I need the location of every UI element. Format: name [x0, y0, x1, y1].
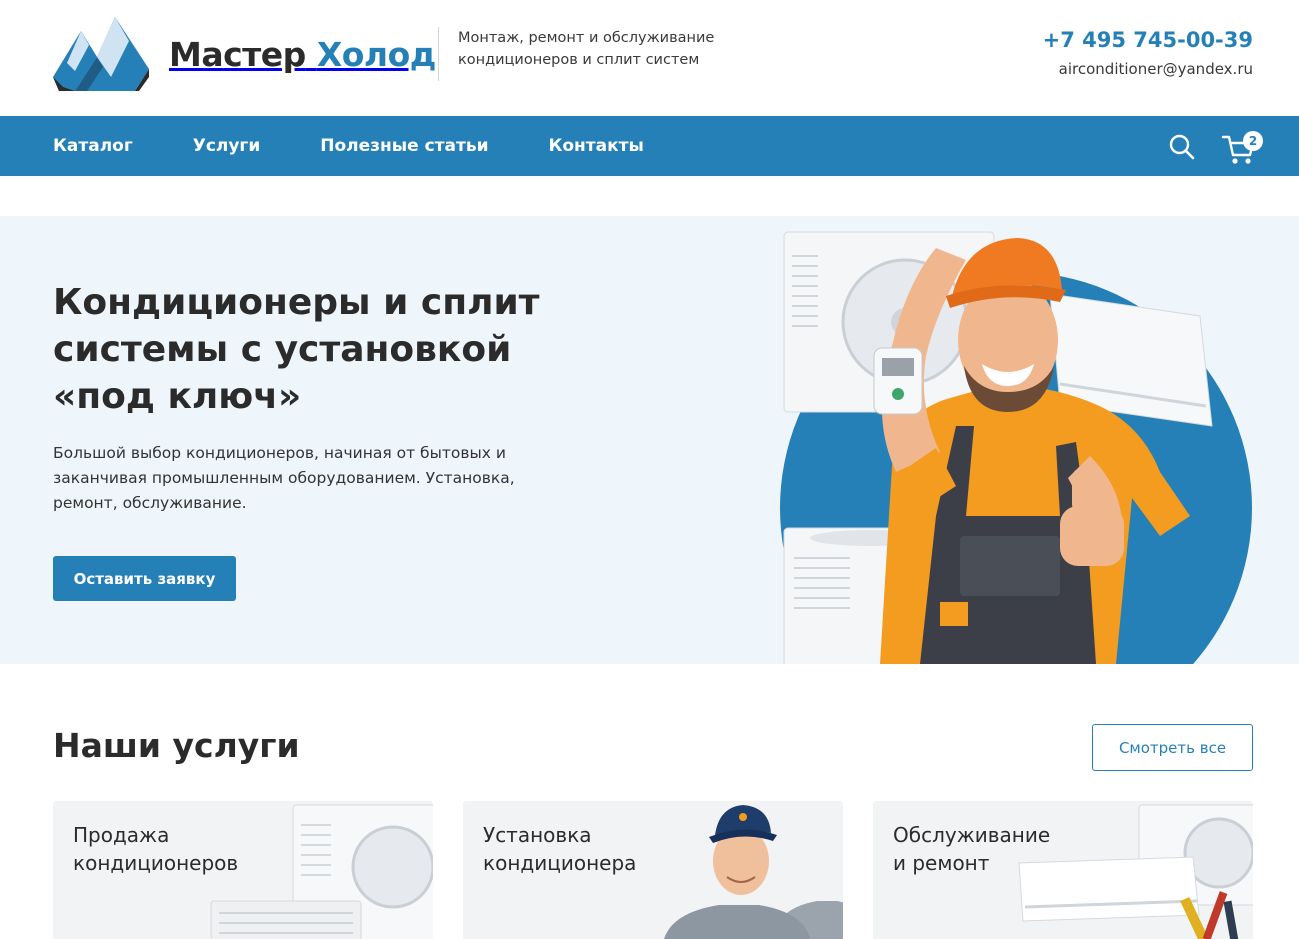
logo-text: Мастер Холод [169, 35, 436, 74]
nav-items: Каталог Услуги Полезные статьи Контакты [53, 116, 704, 176]
main-nav: Каталог Услуги Полезные статьи Контакты … [0, 116, 1299, 176]
hero-title-line1: Кондиционеры и сплит [53, 282, 540, 323]
hero-title: Кондиционеры и сплит системы с установко… [53, 279, 573, 420]
ac-units-image [210, 804, 433, 939]
logo-name-part1: Мастер [169, 34, 306, 74]
service-card-installation[interactable]: Установка кондиционера [463, 801, 843, 939]
request-button[interactable]: Оставить заявку [53, 556, 236, 601]
service-card-label-line2: и ремонт [893, 851, 990, 875]
nav-item-catalog[interactable]: Каталог [53, 136, 133, 156]
service-card-label-line1: Продажа [73, 823, 170, 847]
cart-button[interactable]: 2 [1221, 129, 1267, 165]
email-link[interactable]: airconditioner@yandex.ru [1043, 60, 1253, 78]
ac-repair-tools-image [1018, 804, 1253, 939]
hero-technician-image [780, 231, 1252, 664]
logo[interactable]: Мастер Холод [53, 16, 436, 92]
site-header: Мастер Холод Монтаж, ремонт и обслуживан… [0, 0, 1299, 116]
logo-name-part2: Холод [316, 34, 437, 74]
service-card-label-line1: Установка [483, 823, 592, 847]
nav-item-contacts[interactable]: Контакты [548, 136, 643, 156]
tagline-line2: кондиционеров и сплит систем [458, 52, 700, 68]
hero-title-line2: системы с установкой [53, 329, 512, 370]
see-all-button[interactable]: Смотреть все [1092, 724, 1253, 771]
nav-item-articles[interactable]: Полезные статьи [320, 136, 488, 156]
search-button[interactable] [1167, 132, 1197, 162]
service-card-maintenance[interactable]: Обслуживание и ремонт [873, 801, 1253, 939]
services-title: Наши услуги [53, 726, 300, 765]
tagline-line1: Монтаж, ремонт и обслуживание [458, 30, 715, 46]
hero-description: Большой выбор кондиционеров, начиная от … [53, 444, 515, 512]
nav-item-services[interactable]: Услуги [193, 136, 261, 156]
phone-link[interactable]: +7 495 745-00-39 [1043, 28, 1253, 52]
search-icon [1169, 134, 1195, 160]
contacts: +7 495 745-00-39 airconditioner@yandex.r… [1043, 28, 1253, 78]
tagline: Монтаж, ремонт и обслуживание кондиционе… [438, 27, 714, 81]
logo-mountains-icon [53, 17, 149, 91]
hero-title-line3: «под ключ» [53, 376, 302, 417]
cart-count-badge: 2 [1243, 131, 1263, 151]
hero-section: Кондиционеры и сплит системы с установко… [0, 216, 1299, 664]
technician-image [664, 805, 843, 939]
service-card-sales[interactable]: Продажа кондиционеров [53, 801, 433, 939]
